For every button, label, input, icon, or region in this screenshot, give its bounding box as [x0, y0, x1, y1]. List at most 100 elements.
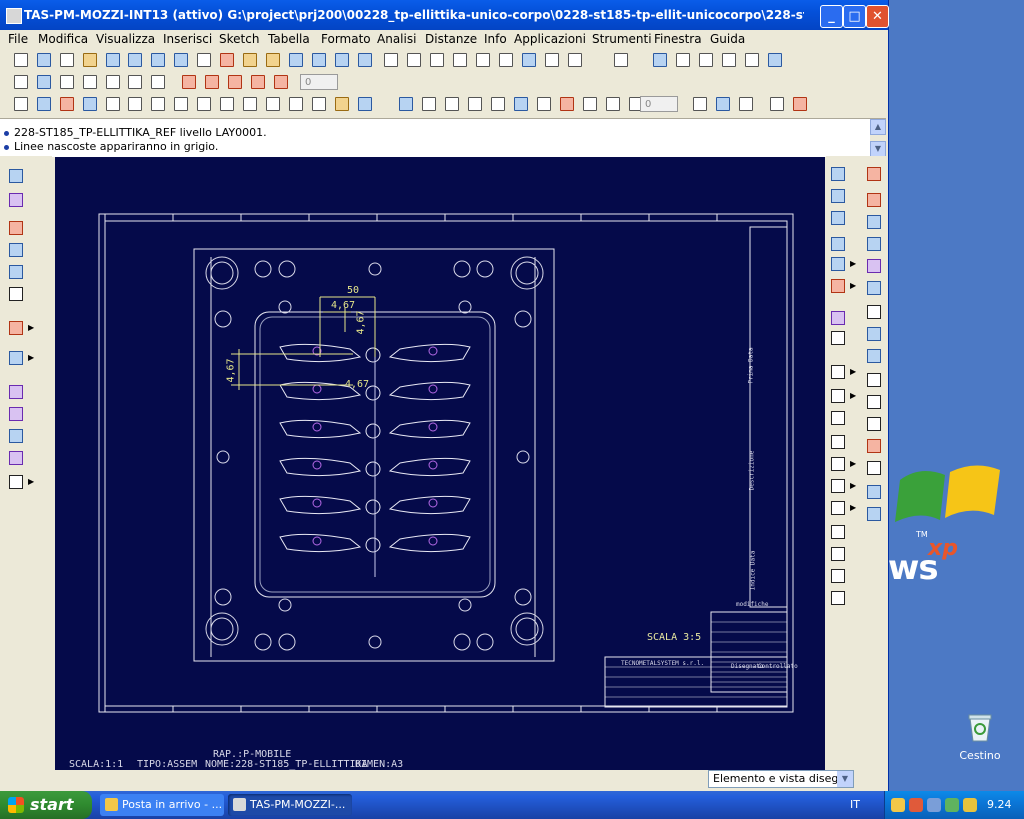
- menu-info[interactable]: Info: [484, 32, 507, 46]
- trim-icon[interactable]: [828, 566, 848, 586]
- relate-icon[interactable]: [828, 308, 848, 328]
- stretch-icon[interactable]: [864, 256, 884, 276]
- clean-dims-icon[interactable]: [397, 95, 415, 113]
- hidden-line-icon[interactable]: [81, 73, 99, 91]
- send-icon[interactable]: [264, 51, 282, 69]
- maximize-button[interactable]: □: [843, 5, 866, 28]
- mirror-icon[interactable]: [828, 408, 848, 428]
- menu-file[interactable]: File: [8, 32, 28, 46]
- tray-network-icon[interactable]: [927, 798, 941, 812]
- point-icon[interactable]: ▶: [828, 362, 856, 382]
- spline-icon[interactable]: [828, 544, 848, 564]
- delete-x-icon[interactable]: [864, 436, 884, 456]
- delete-icon[interactable]: [12, 95, 30, 113]
- cad-drawing[interactable]: [55, 157, 825, 770]
- shading-icon[interactable]: [58, 73, 76, 91]
- redo-list-icon[interactable]: [382, 51, 400, 69]
- text-angle-icon[interactable]: [864, 302, 884, 322]
- drawing-canvas[interactable]: 50 4,67 4,67 4,67 4,67 SCALA 3:5 TECNOME…: [55, 157, 825, 770]
- refit-icon[interactable]: [651, 51, 669, 69]
- tray-security-icon[interactable]: [909, 798, 923, 812]
- no-hidden-icon[interactable]: [104, 73, 122, 91]
- rectangle-icon[interactable]: ▶: [828, 386, 856, 406]
- start-button[interactable]: start: [0, 791, 92, 819]
- fillet-icon[interactable]: [828, 522, 848, 542]
- erase-icon[interactable]: [535, 95, 553, 113]
- print-icon[interactable]: [195, 51, 213, 69]
- menu-applicazioni[interactable]: Applicazioni: [514, 32, 586, 46]
- box-select-icon[interactable]: [566, 51, 584, 69]
- regenerate-icon[interactable]: [310, 51, 328, 69]
- move-icon[interactable]: [864, 458, 884, 478]
- zoom-in-icon[interactable]: [674, 51, 692, 69]
- symbol-icon[interactable]: [333, 95, 351, 113]
- help-icon[interactable]: [791, 95, 809, 113]
- sheet-icon[interactable]: [737, 95, 755, 113]
- scale-note[interactable]: SCALA 3:5: [647, 632, 701, 643]
- open-folder-icon[interactable]: [81, 51, 99, 69]
- general-view-icon[interactable]: [6, 262, 26, 282]
- note-icon[interactable]: [218, 95, 236, 113]
- menu-sketch[interactable]: Sketch: [219, 32, 259, 46]
- break-icon[interactable]: [6, 404, 26, 424]
- parallelogram-icon[interactable]: ▶: [828, 276, 856, 296]
- annotations-icon[interactable]: [272, 73, 290, 91]
- task-cad[interactable]: TAS-PM-MOZZI-...: [228, 794, 352, 816]
- open-icon[interactable]: [104, 51, 122, 69]
- redo-icon[interactable]: [428, 51, 446, 69]
- arc-icon[interactable]: ▶: [828, 498, 856, 518]
- window-icon[interactable]: [691, 95, 709, 113]
- hatch-icon[interactable]: [264, 95, 282, 113]
- dialog-icon[interactable]: [714, 95, 732, 113]
- menu-tabella[interactable]: Tabella: [268, 32, 310, 46]
- properties-icon[interactable]: [864, 504, 884, 524]
- pdf-icon[interactable]: [218, 51, 236, 69]
- find-icon[interactable]: [543, 51, 561, 69]
- close-button[interactable]: ✕: [866, 5, 889, 28]
- align-icon[interactable]: [356, 95, 374, 113]
- scroll-up-icon[interactable]: ▲: [870, 119, 886, 135]
- dim-50[interactable]: 50: [347, 285, 359, 296]
- refresh-icon[interactable]: [35, 95, 53, 113]
- gtol-icon[interactable]: [195, 95, 213, 113]
- frame-icon[interactable]: ▶: [6, 472, 34, 492]
- sketch-param-icon[interactable]: [828, 208, 848, 228]
- cut-icon[interactable]: [451, 51, 469, 69]
- hex-icon[interactable]: [864, 414, 884, 434]
- menu-analisi[interactable]: Analisi: [377, 32, 416, 46]
- menu-inserisci[interactable]: Inserisci: [163, 32, 212, 46]
- title-bar[interactable]: TAS-PM-MOZZI-INT13 (attivo) G:\project\p…: [0, 0, 889, 30]
- diamond-icon[interactable]: [864, 392, 884, 412]
- parameters-icon[interactable]: [356, 51, 374, 69]
- aux-view-icon[interactable]: [6, 240, 26, 260]
- sheet-setup-icon[interactable]: [12, 73, 30, 91]
- line-icon[interactable]: ▶: [828, 454, 856, 474]
- menu-modifica[interactable]: Modifica: [38, 32, 88, 46]
- format-icon[interactable]: [420, 95, 438, 113]
- dim-467-b[interactable]: 4,67: [356, 310, 367, 334]
- scale-icon[interactable]: [6, 426, 26, 446]
- message-scrollbar[interactable]: ▲ ▼: [870, 119, 886, 157]
- section-icon[interactable]: [6, 382, 26, 402]
- menu-visualizza[interactable]: Visualizza: [96, 32, 155, 46]
- layer-icon[interactable]: [581, 95, 599, 113]
- model-tree-icon[interactable]: [287, 51, 305, 69]
- menu-finestra[interactable]: Finestra: [654, 32, 702, 46]
- chevron-down-icon[interactable]: ▼: [837, 771, 853, 787]
- tray-update-icon[interactable]: [963, 798, 977, 812]
- sketch-grid-icon[interactable]: [828, 164, 848, 184]
- slash-icon[interactable]: [864, 190, 884, 210]
- sketch-chain-icon[interactable]: [828, 186, 848, 206]
- new-window-icon[interactable]: [58, 51, 76, 69]
- search-icon[interactable]: [12, 51, 30, 69]
- trim-corner-icon[interactable]: [864, 164, 884, 184]
- backup-icon[interactable]: [172, 51, 190, 69]
- lock-view-icon[interactable]: [81, 95, 99, 113]
- spin-value-2[interactable]: 0: [640, 96, 678, 112]
- datum-display-icon[interactable]: [612, 51, 630, 69]
- move-view-icon[interactable]: [58, 95, 76, 113]
- paste-special-icon[interactable]: [520, 51, 538, 69]
- save-copy-icon[interactable]: [149, 51, 167, 69]
- select-arrow-icon[interactable]: [828, 432, 848, 452]
- pattern-icon[interactable]: [864, 234, 884, 254]
